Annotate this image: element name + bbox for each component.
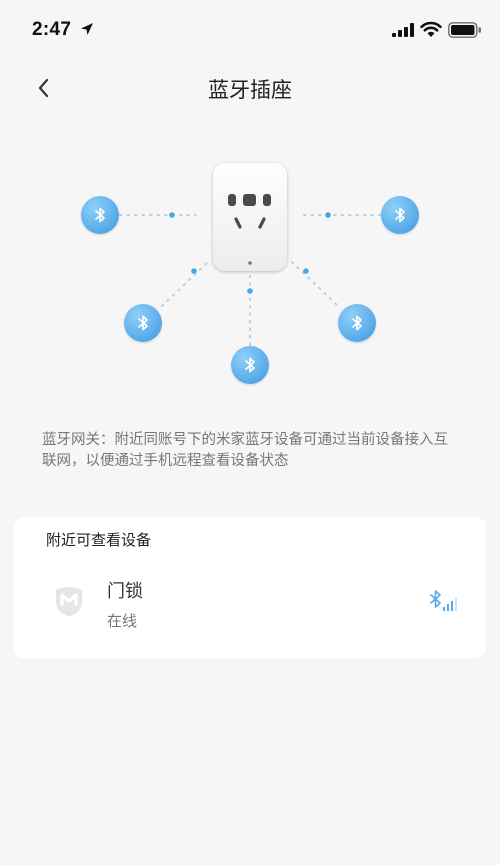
page-title: 蓝牙插座 (208, 79, 292, 102)
smart-socket-icon (213, 163, 287, 271)
mijia-logo-icon (56, 587, 82, 616)
status-bar: 2:47 (0, 0, 500, 60)
device-row-door-lock[interactable]: 门锁 在线 (14, 565, 486, 645)
bluetooth-icon (81, 196, 119, 234)
wifi-icon (420, 21, 442, 37)
gateway-description: 蓝牙网关：附近同账号下的米家蓝牙设备可通过当前设备接入互联网，以便通过手机远程查… (42, 432, 448, 469)
device-name: 门锁 (107, 581, 143, 601)
battery-icon (448, 22, 481, 38)
bluetooth-signal-icon (430, 590, 457, 611)
device-status: 在线 (107, 613, 138, 630)
location-arrow-icon (81, 23, 93, 35)
bluetooth-gateway-diagram (0, 140, 500, 400)
bluetooth-icon (231, 346, 269, 384)
card-title: 附近可查看设备 (46, 532, 152, 549)
bluetooth-icon (124, 304, 162, 342)
cellular-signal-icon (392, 23, 414, 37)
nearby-devices-card: 附近可查看设备 门锁 在线 (14, 517, 486, 658)
status-time: 2:47 (32, 19, 72, 40)
navigation-bar: 蓝牙插座 (0, 60, 500, 116)
bluetooth-icon (338, 304, 376, 342)
bluetooth-icon (381, 196, 419, 234)
